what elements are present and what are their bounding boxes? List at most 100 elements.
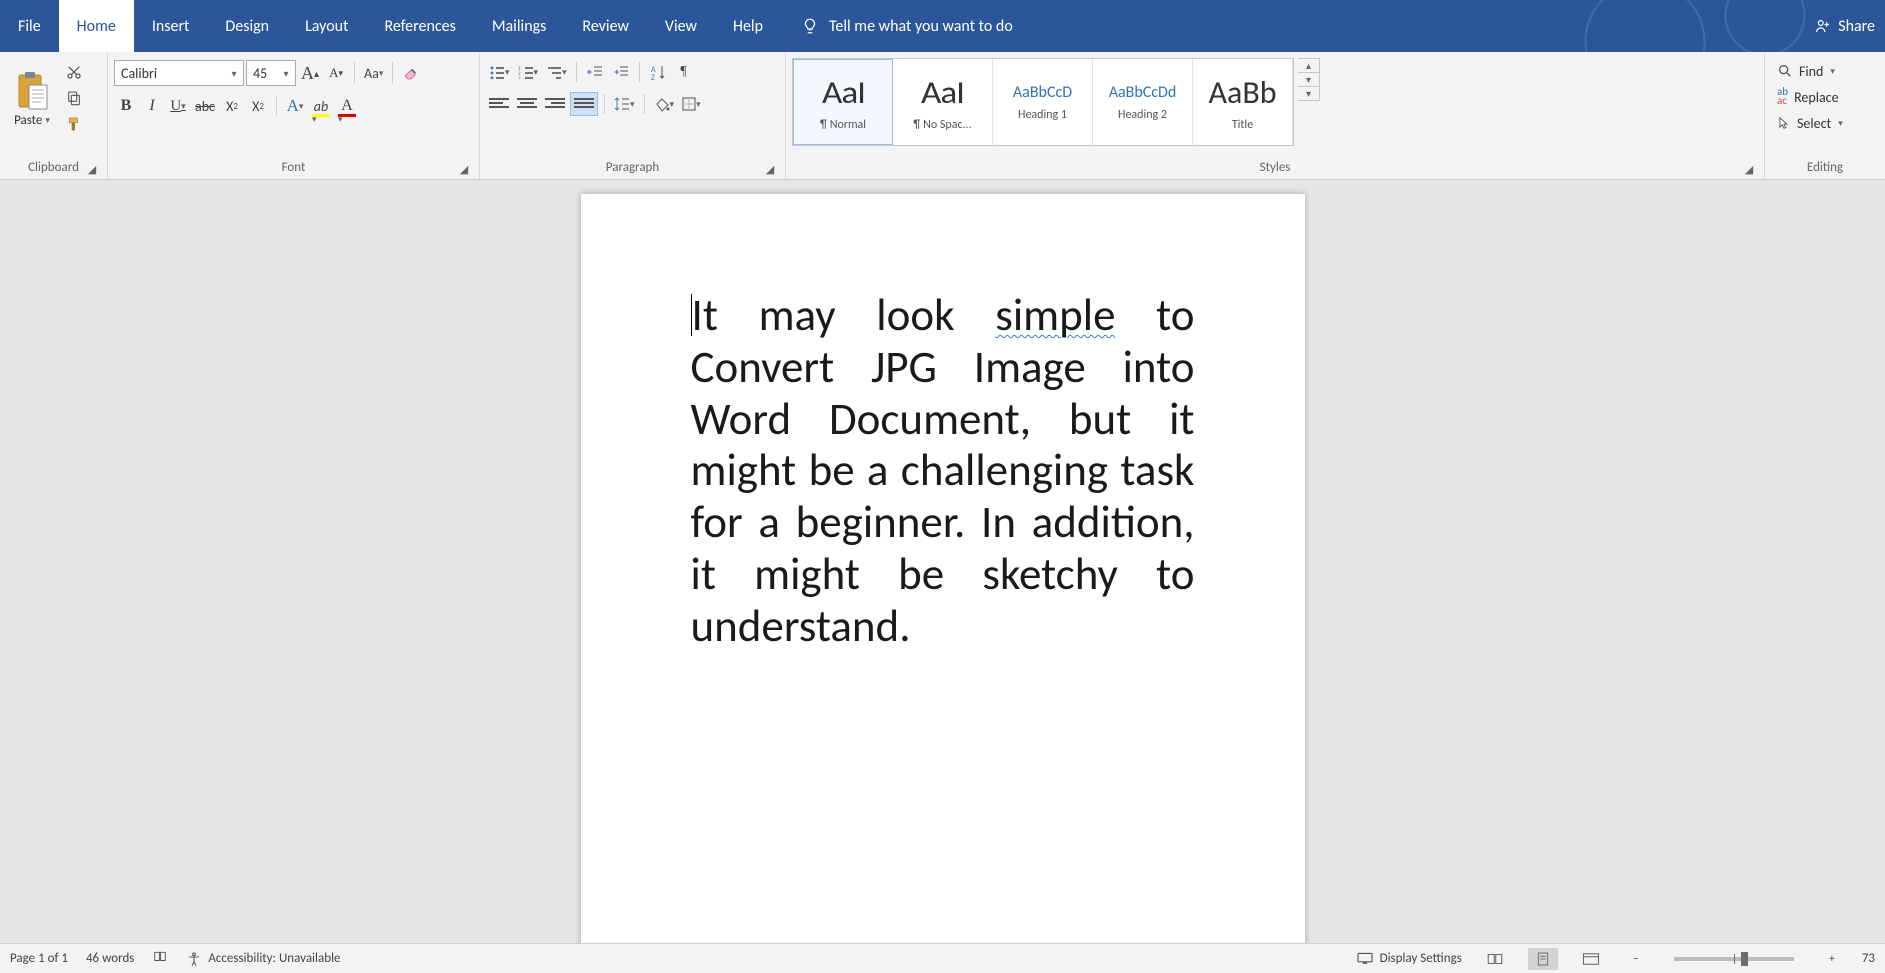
- italic-button[interactable]: I: [140, 94, 164, 118]
- find-button[interactable]: Find▾: [1771, 58, 1841, 84]
- sort-button[interactable]: AZ: [646, 60, 670, 84]
- group-styles: AaI¶ NormalAaI¶ No Spac...AaBbCcDHeading…: [786, 52, 1765, 179]
- monitor-icon: [1356, 952, 1374, 966]
- style-name-label: Heading 2: [1118, 108, 1167, 122]
- increase-font-button[interactable]: A▴: [298, 61, 322, 85]
- font-size-input[interactable]: [247, 61, 277, 85]
- replace-button[interactable]: abac Replace: [1771, 84, 1845, 110]
- tell-me-label: Tell me what you want to do: [829, 17, 1013, 36]
- borders-button[interactable]: [679, 92, 704, 116]
- zoom-level[interactable]: 73: [1862, 951, 1875, 966]
- style-item-4[interactable]: AaBbTitle: [1193, 59, 1293, 145]
- styles-more[interactable]: ▾: [1298, 87, 1320, 101]
- doc-text-pre: It may look: [692, 288, 996, 343]
- style-preview: AaI: [921, 73, 964, 112]
- line-spacing-button[interactable]: [611, 92, 638, 116]
- status-proofing[interactable]: [152, 950, 168, 968]
- status-accessibility[interactable]: Accessibility: Unavailable: [186, 951, 340, 967]
- font-name-combo[interactable]: ▾: [114, 60, 244, 86]
- share-button[interactable]: Share: [1814, 17, 1875, 36]
- align-right-button[interactable]: [542, 92, 568, 116]
- bullet-list-icon: [489, 65, 505, 79]
- align-justify-button[interactable]: [570, 92, 598, 116]
- highlight-button[interactable]: ab: [309, 94, 333, 118]
- paintbrush-icon: [66, 115, 82, 133]
- chevron-down-icon[interactable]: ▾: [277, 67, 295, 80]
- zoom-in-button[interactable]: +: [1820, 947, 1844, 971]
- underline-button[interactable]: U: [166, 94, 190, 118]
- share-label: Share: [1838, 17, 1875, 36]
- shading-button[interactable]: [651, 92, 678, 116]
- styles-scroll-up[interactable]: ▴: [1298, 58, 1320, 73]
- pointer-icon: [1777, 115, 1791, 131]
- status-page[interactable]: Page 1 of 1: [10, 951, 68, 966]
- tab-insert[interactable]: Insert: [134, 0, 208, 52]
- read-mode-button[interactable]: [1480, 948, 1510, 970]
- font-color-button[interactable]: A: [335, 94, 359, 118]
- paragraph-launcher[interactable]: ◢: [763, 162, 777, 176]
- tab-mailings[interactable]: Mailings: [474, 0, 565, 52]
- status-words[interactable]: 46 words: [86, 951, 134, 966]
- increase-indent-button[interactable]: [609, 60, 633, 84]
- font-name-input[interactable]: [115, 61, 225, 85]
- tab-file[interactable]: File: [0, 0, 59, 52]
- styles-scroll-down[interactable]: ▾: [1298, 73, 1320, 87]
- font-launcher[interactable]: ◢: [457, 162, 471, 176]
- tell-me[interactable]: Tell me what you want to do: [801, 17, 1013, 36]
- share-icon: [1814, 17, 1832, 35]
- ribbon: Paste▾ Clipboard ◢ ▾: [0, 52, 1885, 180]
- tab-review[interactable]: Review: [564, 0, 647, 52]
- multilevel-list-button[interactable]: [543, 60, 570, 84]
- text-effects-button[interactable]: A: [283, 94, 307, 118]
- style-item-0[interactable]: AaI¶ Normal: [793, 59, 893, 145]
- display-settings-button[interactable]: Display Settings: [1356, 951, 1462, 966]
- align-center-button[interactable]: [514, 92, 540, 116]
- superscript-button[interactable]: X2: [246, 94, 270, 118]
- clipboard-icon: [15, 71, 49, 111]
- style-item-1[interactable]: AaI¶ No Spac...: [893, 59, 993, 145]
- web-layout-button[interactable]: [1576, 948, 1606, 970]
- tab-help[interactable]: Help: [715, 0, 781, 52]
- style-item-2[interactable]: AaBbCcDHeading 1: [993, 59, 1093, 145]
- document-paragraph[interactable]: It may look simple to Convert JPG Image …: [691, 290, 1195, 652]
- style-preview: AaBbCcDd: [1109, 83, 1177, 102]
- change-case-button[interactable]: Aa: [361, 61, 386, 85]
- status-bar: Page 1 of 1 46 words Accessibility: Unav…: [0, 943, 1885, 973]
- align-left-button[interactable]: [486, 92, 512, 116]
- chevron-down-icon[interactable]: ▾: [225, 67, 243, 80]
- decrease-indent-button[interactable]: [583, 60, 607, 84]
- select-button[interactable]: Select▾: [1771, 110, 1849, 136]
- group-label-font: Font: [282, 160, 306, 175]
- tab-design[interactable]: Design: [207, 0, 287, 52]
- numbering-button[interactable]: 123: [515, 60, 542, 84]
- copy-button[interactable]: [62, 86, 86, 110]
- clipboard-launcher[interactable]: ◢: [85, 162, 99, 176]
- tab-layout[interactable]: Layout: [287, 0, 366, 52]
- replace-icon: abac: [1777, 88, 1788, 106]
- strikethrough-button[interactable]: abc: [192, 94, 218, 118]
- zoom-out-button[interactable]: −: [1624, 947, 1648, 971]
- tab-home[interactable]: Home: [59, 0, 134, 52]
- styles-launcher[interactable]: ◢: [1742, 162, 1756, 176]
- accessibility-icon: [186, 951, 202, 967]
- tab-strip: File Home Insert Design Layout Reference…: [0, 0, 1885, 52]
- document-area[interactable]: It may look simple to Convert JPG Image …: [0, 180, 1885, 943]
- clear-formatting-button[interactable]: [399, 61, 423, 85]
- font-size-combo[interactable]: ▾: [246, 60, 296, 86]
- tab-view[interactable]: View: [647, 0, 715, 52]
- format-painter-button[interactable]: [62, 112, 86, 136]
- paste-button[interactable]: Paste▾: [6, 56, 58, 142]
- page[interactable]: It may look simple to Convert JPG Image …: [581, 194, 1305, 943]
- tab-references[interactable]: References: [366, 0, 473, 52]
- style-item-3[interactable]: AaBbCcDd Heading 2: [1093, 59, 1193, 145]
- bold-button[interactable]: B: [114, 94, 138, 118]
- print-layout-button[interactable]: [1528, 948, 1558, 970]
- decrease-font-button[interactable]: A▾: [324, 61, 348, 85]
- subscript-button[interactable]: X2: [220, 94, 244, 118]
- group-label-styles: Styles: [1260, 160, 1291, 175]
- bullets-button[interactable]: [486, 60, 513, 84]
- show-marks-button[interactable]: ¶: [672, 60, 696, 84]
- group-editing: Find▾ abac Replace Select▾ Editing: [1765, 52, 1885, 179]
- zoom-slider[interactable]: [1674, 957, 1794, 961]
- cut-button[interactable]: [62, 60, 86, 84]
